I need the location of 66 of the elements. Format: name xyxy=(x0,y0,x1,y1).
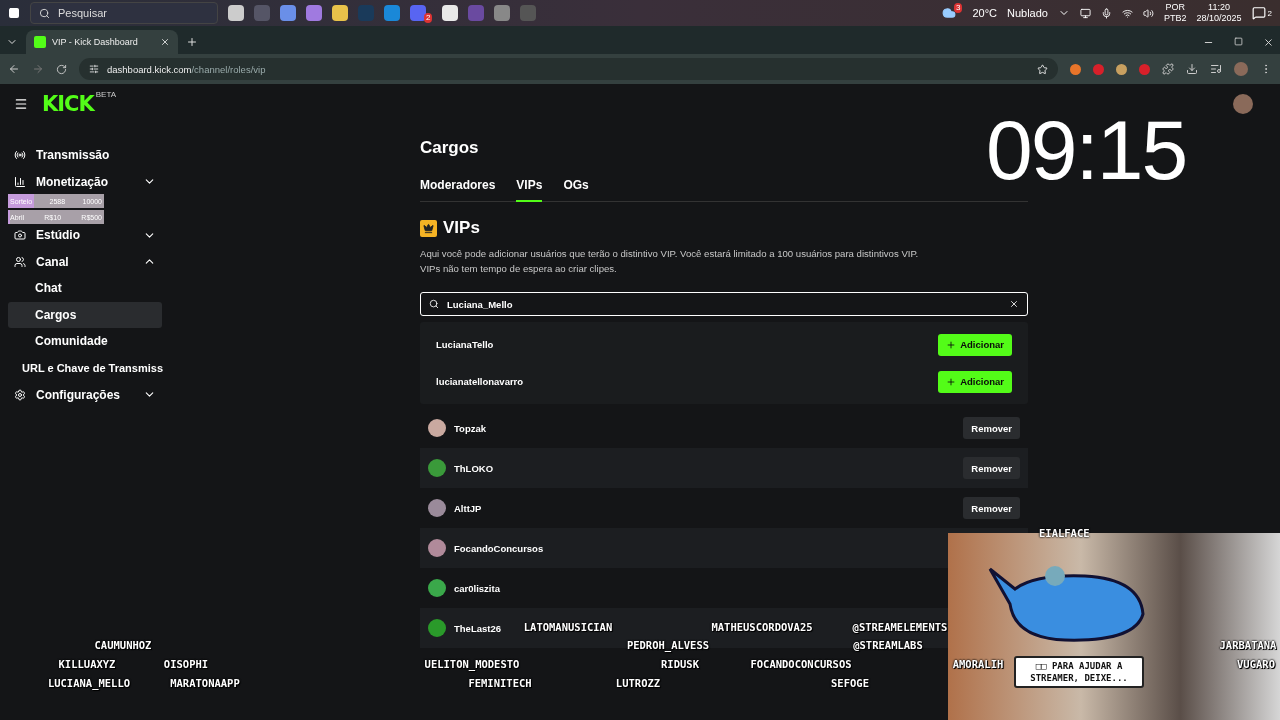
sidebar-item[interactable]: Monetização xyxy=(8,168,162,196)
chat-username: MARATONAAPP xyxy=(170,677,240,689)
remove-button[interactable]: Remover xyxy=(963,457,1020,479)
chat-username: SEFOGE xyxy=(831,677,869,689)
chat-username: @STREAMLABS xyxy=(853,639,923,651)
chat-username: @STREAMELEMENTS xyxy=(852,621,948,633)
chat-username: OISOPHI xyxy=(163,658,209,670)
add-button[interactable]: Adicionar xyxy=(938,333,1012,356)
clock-time[interactable]: 11:20 xyxy=(1208,2,1230,13)
page-title: Cargos xyxy=(420,138,480,158)
chat-username: LUCIANA_MELLO xyxy=(47,677,131,689)
remove-button[interactable]: Remover xyxy=(963,417,1020,439)
chat-username: CAUMUNHOZ xyxy=(94,639,152,651)
chat-banner: □□ PARA AJUDAR A STREAMER, DEIXE... xyxy=(1014,656,1144,688)
sidebar-item[interactable]: Canal xyxy=(8,248,162,275)
chat-username: MATHEUSCORDOVA25 xyxy=(711,621,813,633)
user-name: TheLast26 xyxy=(454,622,501,634)
sidebar-subitem[interactable]: Chat xyxy=(8,274,162,302)
chat-username: KILLUAXYZ xyxy=(58,658,116,670)
chat-username: JARBATANA xyxy=(1219,639,1277,651)
user-name: LucianaTello xyxy=(436,339,494,350)
chat-username: AMORALIH xyxy=(952,658,1004,670)
chat-username: LUTROZZ xyxy=(615,677,661,689)
tab[interactable]: Moderadores xyxy=(420,178,496,202)
user-name: AlttJP xyxy=(454,502,482,514)
weather-condition: Nublado xyxy=(1007,7,1048,19)
language[interactable]: POR xyxy=(1165,2,1185,13)
user-name: FocandoConcursos xyxy=(454,542,544,554)
temperature: 20°C xyxy=(972,7,997,19)
sidebar-item[interactable]: Configurações xyxy=(8,381,162,408)
chat-username: RIDUSK xyxy=(661,658,699,670)
browser-tab[interactable]: VIP - Kick Dashboard xyxy=(26,30,178,54)
clock-date[interactable]: 28/10/2025 xyxy=(1196,13,1242,24)
add-button[interactable]: Adicionar xyxy=(938,370,1012,393)
user-name: Topzak xyxy=(454,422,487,434)
user-name: ThLOKO xyxy=(454,462,494,474)
search-input[interactable]: Luciana_Mello xyxy=(445,297,1003,311)
chat-username: FOCANDOCONCURSOS xyxy=(750,658,852,670)
chat-username: FEMINITECH xyxy=(468,677,532,689)
sidebar-item[interactable]: Transmissão xyxy=(8,142,162,169)
clock-overlay: 09:15 xyxy=(986,102,1187,199)
sidebar-subitem[interactable]: URL e Chave de Transmiss xyxy=(8,354,162,382)
taskbar-search[interactable]: Pesquisar xyxy=(30,2,218,24)
notification-count: 2 xyxy=(1267,8,1272,18)
tab[interactable]: OGs xyxy=(563,178,589,202)
keyboard-layout[interactable]: PTB2 xyxy=(1164,13,1187,24)
tab[interactable]: VIPs xyxy=(516,178,543,202)
sidebar-item[interactable]: Estúdio xyxy=(8,221,162,249)
webcam-title: EIALFACE xyxy=(1039,527,1090,539)
address-bar[interactable]: dashboard.kick.com/channel/roles/vip xyxy=(79,58,1058,80)
weather-count-badge: 3 xyxy=(953,3,963,13)
kick-logo[interactable]: KICK xyxy=(42,92,94,116)
app-count-badge: 2 xyxy=(424,13,433,23)
section-title: VIPs xyxy=(443,218,480,238)
sidebar-subitem[interactable]: Cargos xyxy=(8,301,162,329)
chat-username: VUGARO xyxy=(1237,658,1275,670)
chat-username: UELITON_MODESTO xyxy=(424,658,520,670)
search-field[interactable]: Luciana_Mello xyxy=(420,292,1028,316)
beta-label: BETA xyxy=(95,90,117,99)
description: Aqui você pode adicionar usuários que terão o distintivo VIP. Você estará limitado a 100 usuários para distintivos VIP. VIPs não tem tempo de espera ao criar clipes. xyxy=(420,247,920,276)
chat-username: LATOMANUSICIAN xyxy=(523,621,613,633)
user-name: car0liszita xyxy=(454,582,500,594)
remove-button[interactable]: Remover xyxy=(963,497,1020,519)
sidebar-subitem[interactable]: Comunidade xyxy=(8,328,162,355)
chat-username: PEDROH_ALVESS xyxy=(626,639,710,651)
user-name: lucianatellonavarro xyxy=(436,376,524,387)
